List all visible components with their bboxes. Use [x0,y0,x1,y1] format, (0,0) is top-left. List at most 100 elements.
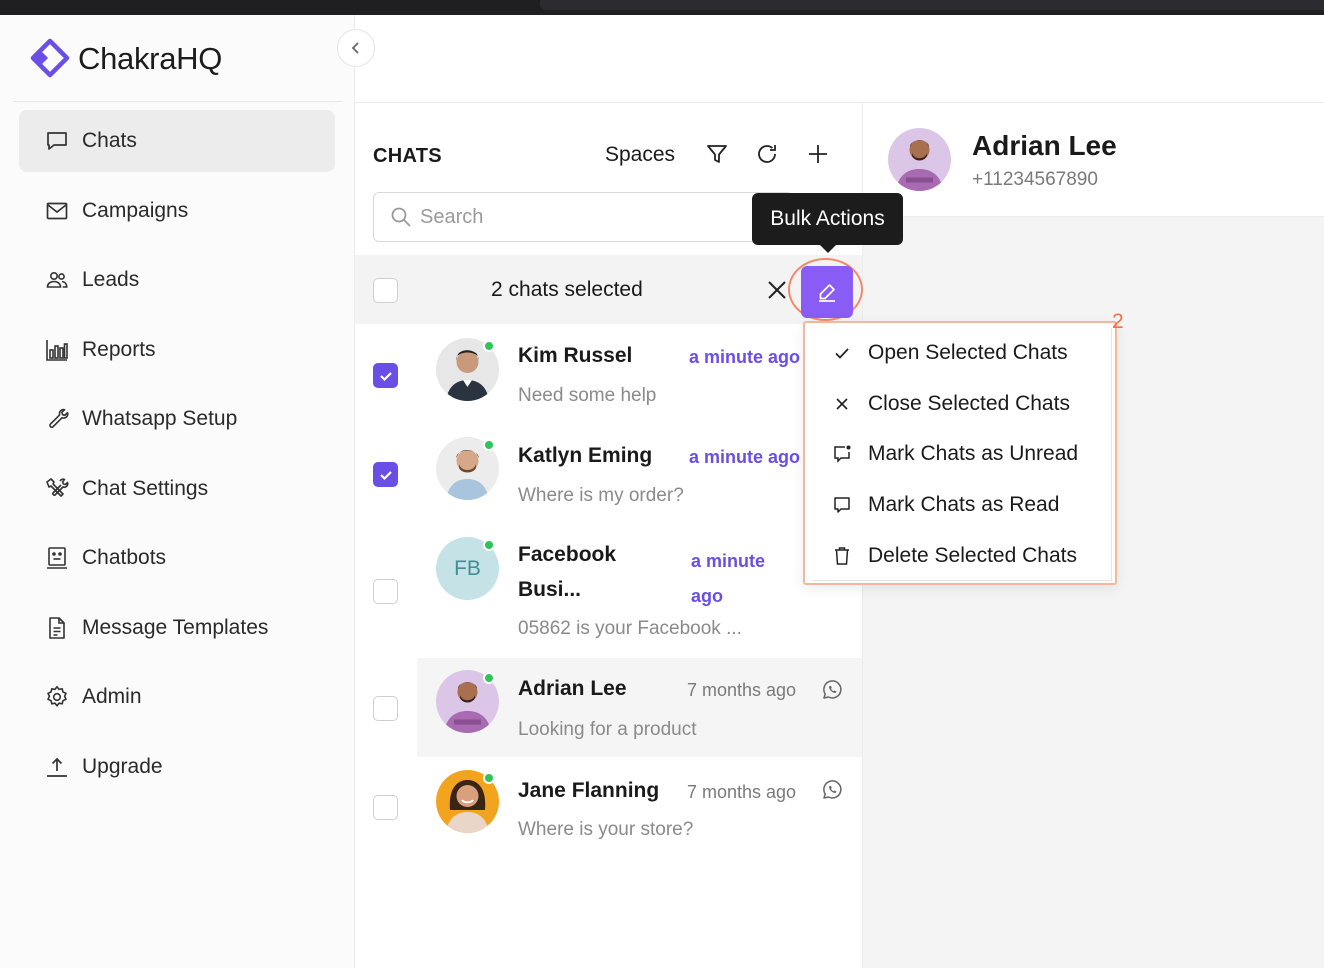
annotation-number-2: 2 [1112,310,1124,333]
chat-preview: Where is my order? [518,485,684,506]
chat-row-checkbox[interactable] [373,696,398,721]
menu-item-open-selected[interactable]: Open Selected Chats [811,328,1111,379]
chat-row[interactable]: Jane Flanning 7 months ago Where is your… [355,757,862,857]
bulk-actions-tooltip: Bulk Actions [752,193,903,253]
chat-read-icon [831,494,853,516]
sidebar-item-label: Campaigns [82,198,189,222]
wrench-icon [44,406,70,432]
chat-name: Facebook Busi... [518,543,617,601]
chat-name: Kim Russel [518,344,633,367]
bulk-actions-button[interactable] [801,266,853,318]
sidebar-nav: Chats Campaigns Leads Reports Whatsapp S… [19,110,335,805]
menu-item-mark-read[interactable]: Mark Chats as Read [811,480,1111,531]
chakra-logo-icon [30,38,70,78]
contact-header: Adrian Lee +11234567890 [863,103,1324,217]
menu-item-label: Close Selected Chats [868,391,1070,415]
chat-row[interactable]: FB Facebook Busi... a minute ago 05862 i… [355,524,862,658]
clear-selection-button[interactable] [764,277,790,303]
refresh-icon[interactable] [754,141,780,167]
sidebar: ChakraHQ Chats Campaigns Leads Reports W… [0,15,355,968]
chat-preview: Looking for a product [518,719,697,740]
contact-avatar[interactable] [888,128,951,191]
chat-row-checkbox[interactable] [373,363,398,388]
whatsapp-icon [821,679,843,701]
chat-row-content: Adrian Lee 7 months ago Looking for a pr… [355,658,862,757]
online-indicator [483,340,495,352]
chat-row-checkbox[interactable] [373,462,398,487]
search-input[interactable] [420,205,720,229]
chat-name: Katlyn Eming [518,444,653,467]
sidebar-item-reports[interactable]: Reports [19,319,335,381]
trash-icon [831,545,853,567]
filter-icon[interactable] [704,141,730,167]
chat-preview: 05862 is your Facebook ... [518,618,742,639]
chat-name: Jane Flanning [518,779,660,802]
sidebar-item-whatsapp-setup[interactable]: Whatsapp Setup [19,388,335,450]
gear-icon [44,684,70,710]
sidebar-item-label: Chats [82,129,137,152]
menu-item-mark-unread[interactable]: Mark Chats as Unread [811,429,1111,480]
sidebar-item-label: Whatsapp Setup [82,407,238,430]
sidebar-item-chats[interactable]: Chats [19,110,335,172]
tools-icon [44,476,70,502]
chat-row-checkbox[interactable] [373,579,398,604]
bar-chart-icon [44,337,70,363]
sidebar-item-upgrade[interactable]: Upgrade [19,736,335,798]
sidebar-item-label: Admin [82,685,142,708]
select-all-checkbox[interactable] [373,278,398,303]
chat-preview: Where is your store? [518,819,694,840]
add-icon[interactable] [805,141,831,167]
sidebar-item-message-templates[interactable]: Message Templates [19,597,335,659]
chat-time: a minute ago [689,347,801,367]
sidebar-item-label: Message Templates [82,615,269,639]
chat-unread-icon [831,443,853,465]
edit-pencil-icon [819,284,835,302]
brand-name: ChakraHQ [78,41,223,76]
online-indicator [483,772,495,784]
sidebar-collapse-button[interactable] [337,29,375,67]
sidebar-item-campaigns[interactable]: Campaigns [19,180,335,242]
upload-icon [44,754,70,780]
chat-time: a minute ago [691,551,766,606]
menu-item-delete-selected[interactable]: Delete Selected Chats [811,530,1111,581]
brand-logo[interactable]: ChakraHQ [26,37,222,81]
chats-title: CHATS [373,145,442,167]
sidebar-item-chat-settings[interactable]: Chat Settings [19,458,335,520]
chevron-left-icon [351,42,359,54]
window-top-bar [0,0,1324,15]
users-icon [44,267,70,293]
top-header [355,15,1324,103]
menu-item-label: Open Selected Chats [868,341,1068,365]
whatsapp-icon [821,779,843,801]
search-icon [391,207,411,227]
menu-item-close-selected[interactable]: Close Selected Chats [811,379,1111,430]
search-field[interactable] [373,192,793,242]
chat-bubble-icon [44,128,70,154]
check-icon [379,371,392,381]
chat-row[interactable]: Katlyn Eming a minute ago Where is my or… [355,424,862,524]
window-top-bar-segment [540,0,1324,10]
chat-row-checkbox[interactable] [373,795,398,820]
chat-name: Adrian Lee [518,677,627,700]
chat-time: 7 months ago [687,782,797,802]
sidebar-item-admin[interactable]: Admin [19,666,335,728]
document-icon [44,615,70,641]
sidebar-item-leads[interactable]: Leads [19,249,335,311]
robot-icon [44,545,70,571]
spaces-button[interactable]: Spaces [605,143,675,167]
selection-count: 2 chats selected [491,278,643,301]
menu-item-label: Mark Chats as Unread [868,442,1079,466]
menu-item-label: Mark Chats as Read [868,493,1060,517]
close-icon [768,281,786,299]
sidebar-item-label: Reports [82,337,156,361]
bulk-actions-menu: Open Selected Chats Close Selected Chats… [803,321,1117,585]
menu-item-label: Delete Selected Chats [868,543,1077,567]
online-indicator [483,672,495,684]
contact-name: Adrian Lee [972,130,1117,161]
sidebar-item-label: Upgrade [82,754,163,778]
mail-icon [44,198,70,224]
sidebar-item-chatbots[interactable]: Chatbots [19,527,335,589]
chat-time: 7 months ago [687,680,797,700]
check-icon [379,470,392,480]
chat-row[interactable]: Kim Russel a minute ago Need some help [355,324,862,424]
